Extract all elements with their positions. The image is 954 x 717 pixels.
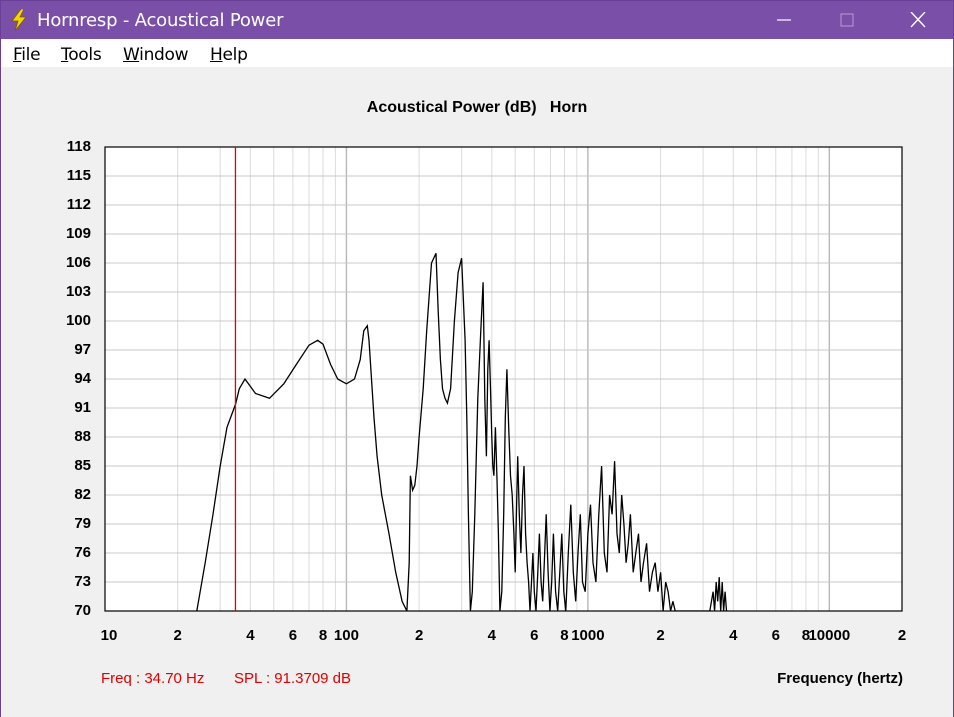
x-tick-label: 6 bbox=[288, 627, 298, 644]
y-tick-label: 115 bbox=[66, 167, 91, 184]
y-tick-label: 112 bbox=[66, 196, 91, 213]
x-tick-label: 2 bbox=[414, 627, 424, 644]
maximize-button[interactable] bbox=[824, 1, 870, 39]
app-window: Hornresp - Acoustical Power File Tools W… bbox=[0, 0, 954, 717]
menu-window[interactable]: Window bbox=[123, 45, 189, 65]
y-tick-label: 103 bbox=[65, 283, 91, 300]
x-tick-label: 2 bbox=[173, 627, 182, 644]
x-tick-label: 6 bbox=[771, 627, 780, 644]
menu-help[interactable]: Help bbox=[210, 45, 248, 65]
y-tick-label: 76 bbox=[74, 544, 91, 561]
x-tick-label: 1000 bbox=[571, 627, 605, 644]
y-tick-label: 109 bbox=[65, 225, 91, 242]
close-button[interactable] bbox=[895, 1, 941, 39]
menu-bar: File Tools Window Help bbox=[1, 39, 953, 67]
acoustical-power-chart[interactable] bbox=[1, 67, 953, 717]
y-tick-label: 70 bbox=[74, 602, 91, 619]
y-tick-label: 91 bbox=[74, 399, 91, 416]
y-tick-label: 82 bbox=[74, 486, 91, 503]
minimize-icon bbox=[777, 19, 791, 21]
window-title: Hornresp - Acoustical Power bbox=[37, 10, 284, 31]
chart-area[interactable]: Acoustical Power (dB) Horn 118 115 112 109 1… bbox=[1, 67, 953, 717]
x-tick-label: 6 bbox=[530, 627, 539, 644]
minimize-button[interactable] bbox=[761, 1, 807, 39]
y-tick-label: 79 bbox=[74, 515, 91, 532]
x-tick-label: 10 bbox=[100, 627, 118, 644]
y-tick-label: 106 bbox=[65, 254, 91, 271]
close-icon bbox=[910, 12, 926, 28]
y-tick-label: 100 bbox=[65, 312, 91, 329]
x-tick-label: 4 bbox=[487, 627, 496, 644]
y-tick-label: 73 bbox=[74, 573, 91, 590]
lightning-bolt-icon bbox=[11, 9, 27, 31]
y-tick-label: 118 bbox=[66, 138, 91, 155]
y-tick-label: 97 bbox=[74, 341, 91, 358]
x-tick-label: 8 bbox=[560, 627, 569, 644]
y-tick-label: 88 bbox=[74, 428, 91, 445]
x-tick-label: 10000 bbox=[808, 627, 851, 644]
maximize-icon bbox=[840, 13, 854, 27]
y-tick-label: 94 bbox=[74, 370, 91, 387]
x-tick-label: 2 bbox=[656, 627, 665, 644]
y-tick-label: 85 bbox=[74, 457, 91, 474]
x-axis-label: Frequency (hertz) bbox=[777, 670, 903, 687]
menu-file[interactable]: File bbox=[13, 45, 41, 65]
x-tick-label: 4 bbox=[729, 627, 738, 644]
title-bar[interactable]: Hornresp - Acoustical Power bbox=[1, 1, 953, 39]
spl-readout: SPL : 91.3709 dB bbox=[234, 670, 352, 687]
x-tick-label: 4 bbox=[246, 627, 255, 644]
freq-readout: Freq : 34.70 Hz bbox=[101, 670, 205, 687]
x-tick-label: 8 bbox=[318, 627, 328, 644]
x-tick-label: 100 bbox=[333, 627, 359, 644]
menu-tools[interactable]: Tools bbox=[61, 45, 102, 65]
x-tick-label: 2 bbox=[897, 627, 907, 644]
